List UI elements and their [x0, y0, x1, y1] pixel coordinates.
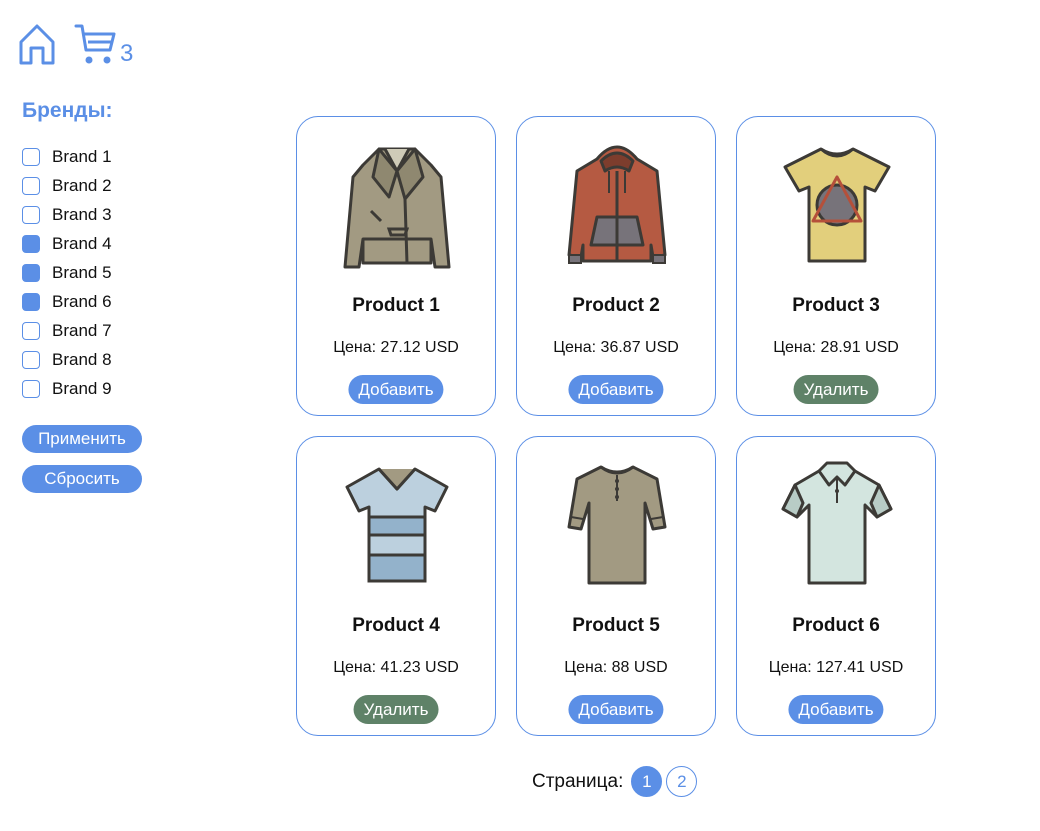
product-grid: Product 1 Цена: 27.12 USD Добавить Produ… — [296, 116, 936, 736]
product-card: Product 4 Цена: 41.23 USD Удалить — [296, 436, 496, 736]
brand-label: Brand 3 — [52, 204, 112, 224]
product-card: Product 5 Цена: 88 USD Добавить — [516, 436, 716, 736]
home-icon[interactable] — [18, 22, 56, 66]
remove-from-cart-button[interactable]: Удалить — [353, 695, 439, 724]
brand-checkbox[interactable] — [22, 321, 40, 340]
add-to-cart-button[interactable]: Добавить — [568, 375, 664, 404]
leather-jacket-icon — [343, 147, 451, 269]
polo-shirt-icon — [781, 461, 893, 585]
brand-checkbox[interactable] — [22, 176, 40, 195]
pagination-label: Страница: — [532, 770, 624, 792]
brand-checkbox[interactable] — [22, 234, 40, 253]
reset-button[interactable]: Сбросить — [22, 465, 142, 493]
brand-checkbox[interactable] — [22, 263, 40, 282]
brand-item[interactable]: Brand 2 — [22, 171, 222, 200]
product-price: Цена: 28.91 USD — [773, 339, 899, 356]
product-price: Цена: 41.23 USD — [333, 659, 459, 676]
pagination: Страница: 1 2 — [532, 766, 698, 797]
product-title: Product 6 — [792, 615, 880, 636]
product-card: Product 3 Цена: 28.91 USD Удалить — [736, 116, 936, 416]
brand-label: Brand 8 — [52, 349, 112, 369]
brand-item[interactable]: Brand 1 — [22, 142, 222, 171]
brand-checkbox[interactable] — [22, 292, 40, 311]
product-price: Цена: 36.87 USD — [553, 339, 679, 356]
apply-button[interactable]: Применить — [22, 425, 142, 453]
cart[interactable]: 3 — [74, 22, 133, 66]
brand-label: Brand 7 — [52, 320, 112, 340]
brand-item[interactable]: Brand 5 — [22, 258, 222, 287]
add-to-cart-button[interactable]: Добавить — [568, 695, 664, 724]
brand-label: Brand 1 — [52, 146, 112, 166]
brand-list: Brand 1 Brand 2 Brand 3 Brand 4 Brand 5 … — [22, 142, 222, 403]
cart-icon[interactable] — [74, 22, 118, 66]
brand-label: Brand 4 — [52, 233, 112, 253]
header: 3 — [18, 18, 133, 66]
remove-from-cart-button[interactable]: Удалить — [793, 375, 879, 404]
page-button-1[interactable]: 1 — [631, 766, 663, 797]
brand-checkbox[interactable] — [22, 205, 40, 224]
product-title: Product 1 — [352, 295, 440, 316]
brand-label: Brand 6 — [52, 291, 112, 311]
brand-item[interactable]: Brand 9 — [22, 374, 222, 403]
brand-item[interactable]: Brand 7 — [22, 316, 222, 345]
brand-label: Brand 5 — [52, 262, 112, 282]
brand-item[interactable]: Brand 3 — [22, 200, 222, 229]
add-to-cart-button[interactable]: Добавить — [788, 695, 884, 724]
add-to-cart-button[interactable]: Добавить — [348, 375, 444, 404]
brand-label: Brand 9 — [52, 378, 112, 398]
brand-checkbox[interactable] — [22, 350, 40, 369]
product-card: Product 1 Цена: 27.12 USD Добавить — [296, 116, 496, 416]
product-price: Цена: 27.12 USD — [333, 339, 459, 356]
page-button-2[interactable]: 2 — [666, 766, 698, 797]
product-price: Цена: 127.41 USD — [768, 659, 904, 676]
brand-item[interactable]: Brand 4 — [22, 229, 222, 258]
brand-item[interactable]: Brand 6 — [22, 287, 222, 316]
brand-item[interactable]: Brand 8 — [22, 345, 222, 374]
brand-label: Brand 2 — [52, 175, 112, 195]
product-card: Product 6 Цена: 127.41 USD Добавить — [736, 436, 936, 736]
brands-title: Бренды: — [22, 99, 113, 122]
product-price: Цена: 88 USD — [564, 659, 668, 676]
triangle-tshirt-icon — [783, 147, 891, 263]
striped-tshirt-icon — [345, 467, 449, 583]
product-title: Product 2 — [572, 295, 660, 316]
brand-filter-sidebar: Бренды: Brand 1 Brand 2 Brand 3 Brand 4 … — [22, 98, 222, 493]
cart-count: 3 — [120, 40, 134, 67]
product-card: Product 2 Цена: 36.87 USD Добавить — [516, 116, 716, 416]
hoodie-icon — [567, 145, 667, 264]
henley-shirt-icon — [567, 465, 667, 585]
brand-checkbox[interactable] — [22, 147, 40, 166]
brand-checkbox[interactable] — [22, 379, 40, 398]
product-title: Product 4 — [352, 615, 440, 636]
product-title: Product 5 — [572, 615, 660, 636]
product-title: Product 3 — [792, 295, 880, 316]
